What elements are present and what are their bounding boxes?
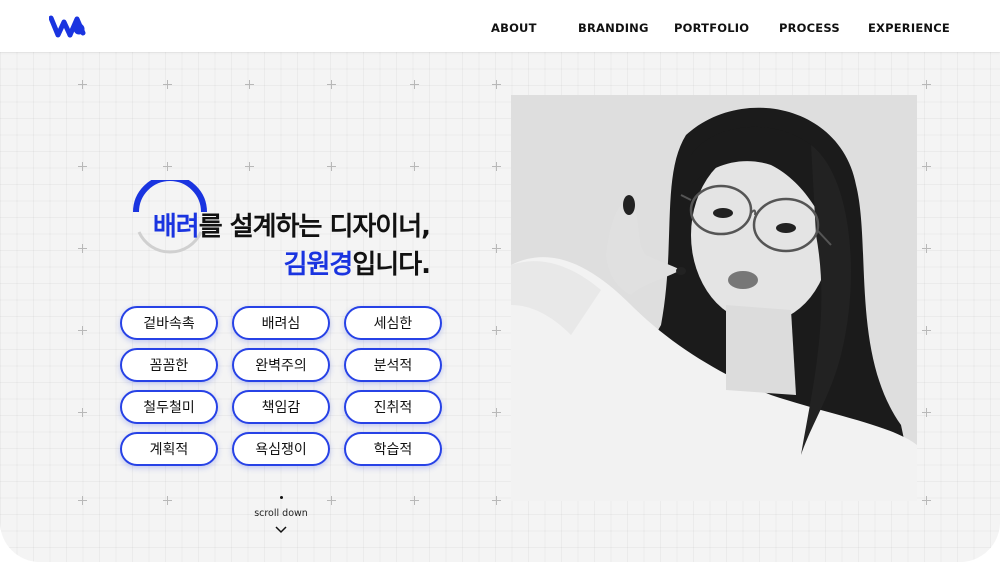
headline-text-1: 를 설계하는 디자이너,: [198, 212, 431, 242]
grid-plus-icon: [492, 162, 501, 171]
nav-about[interactable]: ABOUT: [491, 21, 537, 35]
headline-highlight-1: 배려: [152, 212, 200, 242]
scroll-down-label: scroll down: [254, 508, 308, 519]
chevron-down-icon: [275, 526, 287, 534]
headline-text-2: 입니다.: [352, 250, 431, 280]
trait-tag[interactable]: 욕심쟁이: [232, 432, 330, 466]
w-logo-icon[interactable]: [49, 14, 87, 38]
grid-plus-icon: [327, 496, 336, 505]
nav-process[interactable]: PROCESS: [779, 21, 840, 35]
trait-tag[interactable]: 세심한: [344, 306, 442, 340]
profile-portrait-image: [511, 95, 917, 501]
scroll-dot: [279, 496, 283, 499]
trait-tag[interactable]: 철두철미: [120, 390, 218, 424]
nav-experience[interactable]: EXPERIENCE: [868, 21, 950, 35]
grid-plus-icon: [922, 408, 931, 417]
grid-plus-icon: [410, 496, 419, 505]
grid-plus-icon: [410, 162, 419, 171]
grid-plus-icon: [922, 496, 931, 505]
grid-plus-icon: [78, 162, 87, 171]
nav-branding[interactable]: BRANDING: [578, 21, 649, 35]
grid-plus-icon: [922, 244, 931, 253]
headline-highlight-2: 김원경: [283, 250, 354, 280]
trait-tag[interactable]: 책임감: [232, 390, 330, 424]
trait-tag[interactable]: 분석적: [344, 348, 442, 382]
trait-tag[interactable]: 학습적: [344, 432, 442, 466]
grid-plus-icon: [78, 244, 87, 253]
grid-plus-icon: [492, 80, 501, 89]
grid-plus-icon: [922, 80, 931, 89]
grid-plus-icon: [163, 80, 172, 89]
headline-line-1: 배려를 설계하는 디자이너,: [152, 208, 431, 246]
grid-plus-icon: [78, 326, 87, 335]
grid-plus-icon: [922, 162, 931, 171]
grid-plus-icon: [245, 162, 254, 171]
scroll-down-indicator[interactable]: scroll down: [240, 496, 322, 538]
grid-plus-icon: [922, 326, 931, 335]
grid-plus-icon: [327, 162, 336, 171]
trait-tag[interactable]: 진취적: [344, 390, 442, 424]
grid-plus-icon: [78, 408, 87, 417]
grid-plus-icon: [163, 496, 172, 505]
trait-tag[interactable]: 계획적: [120, 432, 218, 466]
top-nav-bar: ABOUT BRANDING PORTFOLIO PROCESS EXPERIE…: [0, 0, 1000, 52]
grid-plus-icon: [492, 244, 501, 253]
grid-plus-icon: [410, 80, 419, 89]
grid-plus-icon: [492, 496, 501, 505]
grid-plus-icon: [78, 80, 87, 89]
grid-plus-icon: [492, 326, 501, 335]
trait-tag[interactable]: 배려심: [232, 306, 330, 340]
profile-photo: [511, 95, 917, 501]
grid-plus-icon: [327, 80, 336, 89]
headline-line-2: 김원경입니다.: [153, 246, 431, 284]
trait-tag[interactable]: 꼼꼼한: [120, 348, 218, 382]
grid-plus-icon: [163, 162, 172, 171]
nav-portfolio[interactable]: PORTFOLIO: [674, 21, 749, 35]
hero-headline: 배려를 설계하는 디자이너, 김원경입니다.: [152, 208, 431, 284]
trait-tag[interactable]: 완벽주의: [232, 348, 330, 382]
grid-plus-icon: [492, 408, 501, 417]
grid-plus-icon: [245, 80, 254, 89]
trait-tag[interactable]: 겉바속촉: [120, 306, 218, 340]
grid-plus-icon: [78, 496, 87, 505]
